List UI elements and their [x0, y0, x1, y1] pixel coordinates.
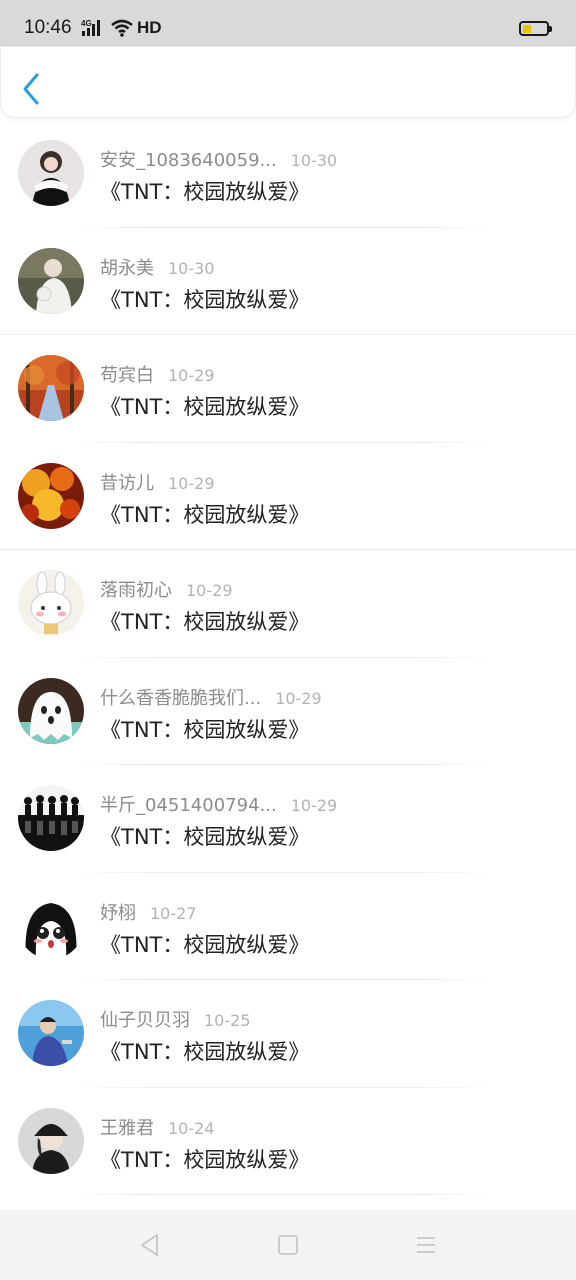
avatar[interactable]	[18, 677, 84, 744]
date: 10-30	[168, 258, 215, 278]
avatar-cartoon-ghost	[18, 677, 84, 744]
user-name: 落雨初心	[100, 580, 172, 601]
user-name: 胡永美	[100, 257, 154, 279]
avatar-cartoon-rabbit	[18, 570, 84, 636]
book-title: 《TNT：校园放纵爱》	[100, 932, 310, 957]
avatar[interactable]	[18, 570, 84, 636]
book-title: 《TNT：校园放纵爱》	[100, 395, 310, 419]
avatar[interactable]	[18, 140, 84, 206]
avatar-person-cap	[18, 1107, 84, 1174]
list-item[interactable]: 什么香香脆脆我们... 10-29 《TNT：校园放纵爱》	[0, 658, 576, 766]
battery-icon	[519, 21, 552, 36]
user-name: 王雅君	[100, 1117, 154, 1139]
chevron-left-icon[interactable]	[17, 69, 49, 109]
book-title: 《TNT：校园放纵爱》	[100, 180, 310, 204]
item-meta: 什么香香脆脆我们... 10-29	[100, 684, 322, 709]
avatar[interactable]	[18, 892, 84, 959]
item-meta: 苟宾白 10-29	[100, 361, 215, 386]
item-meta: 落雨初心 10-29	[100, 576, 233, 601]
avatar-orange-leaves	[18, 462, 84, 529]
avatar-autumn-forest	[18, 355, 84, 421]
network-label: 4G	[81, 19, 92, 28]
book-title: 《TNT：校园放纵爱》	[100, 502, 310, 527]
book-title: 《TNT：校园放纵爱》	[100, 610, 310, 634]
list-item[interactable]: 昔访儿 10-29 《TNT：校园放纵爱》	[0, 443, 576, 551]
date: 10-24	[168, 1118, 215, 1138]
item-meta: 仙子贝贝羽 10-25	[100, 1006, 251, 1031]
avatar[interactable]	[18, 247, 84, 314]
date: 10-29	[275, 688, 322, 708]
item-meta: 胡永美 10-30	[100, 254, 215, 279]
book-title: 《TNT：校园放纵爱》	[100, 825, 310, 849]
avatar[interactable]	[18, 462, 84, 529]
date: 10-29	[168, 366, 215, 385]
user-name: 妤栩	[100, 902, 136, 924]
date: 10-29	[186, 581, 233, 600]
list-item[interactable]: 妤栩 10-27 《TNT：校园放纵爱》	[0, 873, 576, 981]
square-home-icon[interactable]	[275, 1232, 301, 1258]
user-name: 昔访儿	[100, 472, 154, 494]
book-title: 《TNT：校园放纵爱》	[100, 287, 310, 312]
menu-lines-icon[interactable]	[413, 1232, 439, 1258]
user-name: 苟宾白	[100, 365, 154, 386]
date: 10-27	[150, 903, 197, 923]
date: 10-30	[290, 151, 338, 170]
avatar[interactable]	[18, 785, 84, 851]
item-meta: 昔访儿 10-29	[100, 469, 215, 494]
book-title: 《TNT：校园放纵爱》	[100, 1040, 310, 1064]
cellular-signal-icon: 4G	[81, 19, 100, 36]
date: 10-25	[204, 1011, 251, 1030]
book-title: 《TNT：校园放纵爱》	[100, 717, 310, 742]
list-item[interactable]: 安安_1083640059... 10-30 《TNT：校园放纵爱》	[0, 120, 576, 228]
item-meta: 半斤_0451400794... 10-29	[100, 791, 338, 816]
list-item[interactable]: 苟宾白 10-29 《TNT：校园放纵爱》	[0, 335, 576, 443]
avatar-girl-white-dress	[18, 140, 84, 206]
avatar[interactable]	[18, 355, 84, 421]
wifi-icon	[111, 19, 133, 37]
list-item[interactable]: 落雨初心 10-29 《TNT：校园放纵爱》	[0, 550, 576, 658]
user-name: 半斤_0451400794...	[100, 795, 277, 816]
header	[0, 46, 576, 118]
date: 10-29	[290, 796, 338, 815]
date: 10-29	[168, 473, 215, 493]
list-item[interactable]: 胡永美 10-30 《TNT：校园放纵爱》	[0, 228, 576, 336]
avatar-silhouettes	[18, 785, 84, 851]
user-name: 安安_1083640059...	[100, 150, 277, 171]
book-title: 《TNT：校园放纵爱》	[100, 1147, 310, 1172]
avatar[interactable]	[18, 1000, 84, 1066]
navigation-bar	[0, 1210, 576, 1280]
avatar-girl-white-coat	[18, 247, 84, 314]
item-meta: 妤栩 10-27	[100, 899, 197, 924]
triangle-back-icon[interactable]	[137, 1232, 163, 1258]
reader-list: 安安_1083640059... 10-30 《TNT：校园放纵爱》 胡永美 10-30…	[0, 120, 576, 1195]
hd-label: HD	[137, 18, 162, 37]
user-name: 仙子贝贝羽	[100, 1010, 190, 1031]
list-item[interactable]: 仙子贝贝羽 10-25 《TNT：校园放纵爱》	[0, 980, 576, 1088]
list-item[interactable]: 王雅君 10-24 《TNT：校园放纵爱》	[0, 1088, 576, 1196]
status-time: 10:46	[24, 17, 72, 38]
list-item[interactable]: 半斤_0451400794... 10-29 《TNT：校园放纵爱》	[0, 765, 576, 873]
item-meta: 安安_1083640059... 10-30	[100, 146, 338, 171]
item-meta: 王雅君 10-24	[100, 1114, 215, 1139]
avatar[interactable]	[18, 1107, 84, 1174]
user-name: 什么香香脆脆我们...	[100, 687, 262, 709]
avatar-anime-girl	[18, 892, 84, 959]
battery-level	[523, 25, 531, 33]
avatar-boy-blue	[18, 1000, 84, 1066]
